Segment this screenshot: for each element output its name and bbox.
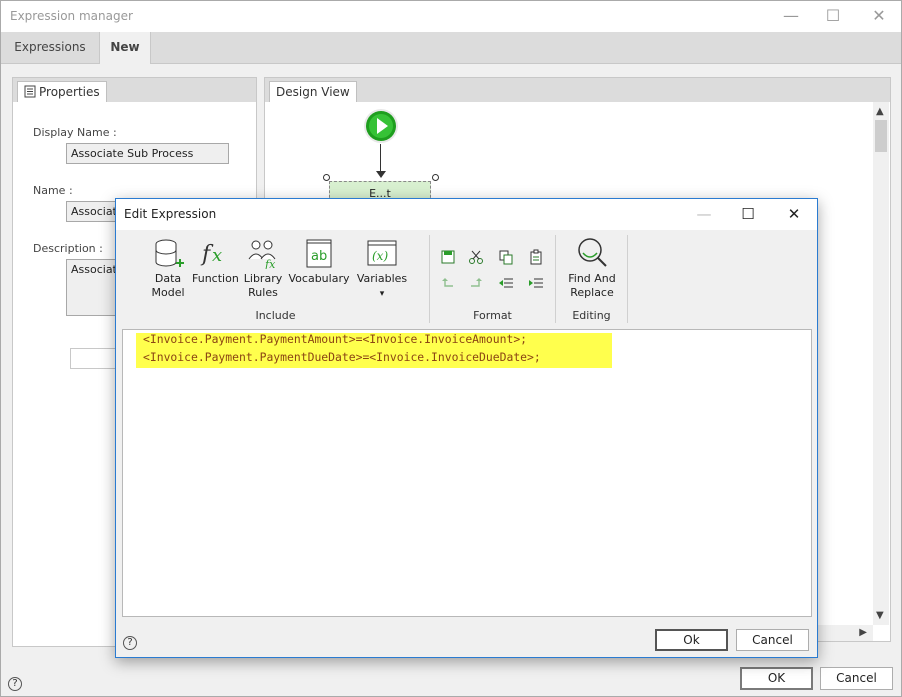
copy-icon[interactable] [498,249,514,265]
ribbon-group-editing: Find And Replace Editing [556,235,628,323]
function-button[interactable]: f x Function [192,237,239,286]
ribbon-group-format: Format [430,235,556,323]
svg-text:ab: ab [311,249,327,264]
find-replace-label-2: Replace [570,286,614,299]
code-line[interactable]: <Invoice.Payment.PaymentAmount>=<Invoice… [143,332,527,346]
connector-arrow-icon [376,171,386,178]
function-label: Function [192,272,239,285]
database-add-icon [155,239,184,267]
design-view-panel-header: Design View [265,78,890,102]
scroll-up-icon[interactable]: ▲ [876,106,884,117]
tab-new[interactable]: New [99,32,151,64]
scroll-thumb[interactable] [875,120,887,152]
scroll-right-icon[interactable]: ▶ [859,627,867,638]
find-replace-icon [578,238,607,267]
properties-icon [24,85,36,98]
ok-button[interactable]: OK [740,667,813,690]
design-scrollbar-vertical[interactable]: ▲ ▼ [873,102,889,625]
dialog-minimize-button[interactable]: — [693,203,715,225]
properties-tab-label: Properties [39,85,100,99]
find-replace-label-1: Find And [568,272,616,285]
format-group-label: Format [473,309,512,322]
dialog-ok-button[interactable]: Ok [655,629,728,651]
editing-group-label: Editing [572,309,611,322]
variables-label: Variables [356,272,408,285]
display-name-label: Display Name : [33,126,117,139]
help-icon[interactable]: ? [8,677,22,691]
svg-text:fx: fx [264,258,276,269]
cut-icon[interactable] [468,249,484,265]
undo-icon[interactable] [440,275,456,291]
data-model-label-1: Data [154,272,182,285]
indent-icon[interactable] [528,275,544,291]
variables-dropdown-icon[interactable]: ▾ [380,289,385,299]
display-name-field[interactable]: Associate Sub Process [66,143,229,164]
dialog-titlebar: Edit Expression — ☐ ✕ [116,199,817,230]
variables-icon: (x) [367,240,397,266]
edit-expression-dialog: Edit Expression — ☐ ✕ Data Model f x Fun… [115,198,818,658]
start-node-icon[interactable] [363,108,399,144]
library-rules-label-1: Library [243,272,283,285]
dialog-title: Edit Expression [124,207,217,221]
dialog-close-button[interactable]: ✕ [783,203,805,225]
save-icon[interactable] [440,249,456,265]
data-model-label-2: Model [151,286,185,299]
variables-button[interactable]: (x) Variables ▾ [354,237,410,301]
code-line[interactable]: <Invoice.Payment.PaymentDueDate>=<Invoic… [143,350,541,364]
flow-connector [380,144,381,174]
tab-bar: Expressions New [1,32,901,64]
redo-icon[interactable] [468,275,484,291]
node-handle[interactable] [432,174,439,181]
data-model-button[interactable]: Data Model [148,237,188,300]
tab-expressions[interactable]: Expressions [1,32,99,64]
properties-panel-header: Properties [13,78,256,102]
node-handle[interactable] [323,174,330,181]
properties-tab[interactable]: Properties [17,81,107,102]
library-rules-button[interactable]: fx Library Rules [242,237,284,300]
dialog-cancel-button[interactable]: Cancel [736,629,809,651]
design-view-tab[interactable]: Design View [269,81,357,102]
vocabulary-button[interactable]: ab Vocabulary [286,237,352,286]
dialog-maximize-button[interactable]: ☐ [737,203,759,225]
name-label: Name : [33,184,73,197]
function-fx-icon: f x [200,242,222,267]
svg-text:(x): (x) [372,249,388,263]
svg-text:x: x [212,245,222,266]
description-label: Description : [33,242,103,255]
dialog-help-icon[interactable]: ? [123,636,137,650]
paste-icon[interactable] [528,249,544,265]
ribbon: Data Model f x Function fx Library Rules… [122,235,812,323]
library-rules-label-2: Rules [248,286,278,299]
window-titlebar: Expression manager — ☐ ✕ [1,1,901,32]
close-button[interactable]: ✕ [868,5,890,27]
library-rules-icon: fx [248,240,276,269]
vocabulary-label: Vocabulary [288,272,350,285]
outdent-icon[interactable] [498,275,514,291]
scroll-down-icon[interactable]: ▼ [876,610,884,621]
find-replace-button[interactable]: Find And Replace [560,237,624,300]
include-group-label: Include [255,309,296,322]
vocabulary-icon: ab [306,239,332,268]
ribbon-group-include: Data Model f x Function fx Library Rules… [122,235,430,323]
expression-editor[interactable]: <Invoice.Payment.PaymentAmount>=<Invoice… [122,329,812,617]
minimize-button[interactable]: — [780,5,802,27]
cancel-button[interactable]: Cancel [820,667,893,690]
window-title: Expression manager [10,9,133,23]
maximize-button[interactable]: ☐ [822,5,844,27]
